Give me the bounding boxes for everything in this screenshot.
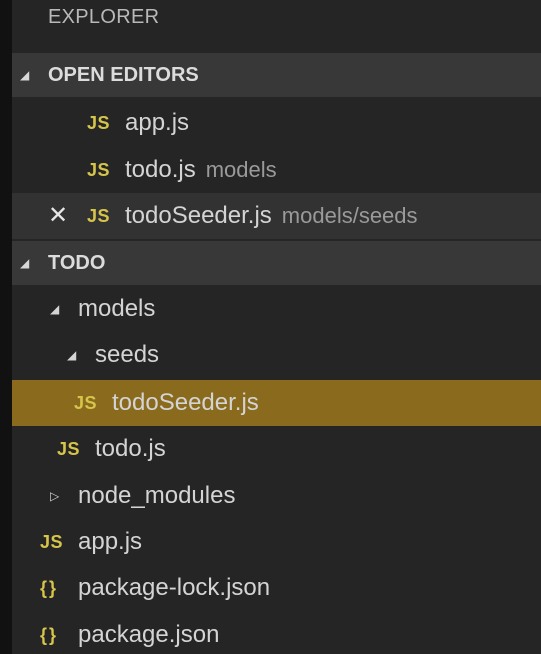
open-editor-item-todo-js[interactable]: JS todo.js models (12, 147, 541, 193)
open-editor-item-app-js[interactable]: JS app.js (12, 100, 541, 146)
tree-item-label: package-lock.json (78, 574, 271, 601)
tree-item-label: node_modules (78, 482, 236, 509)
chevron-right-icon: ▷ (50, 489, 60, 503)
tree-folder-node-modules[interactable]: ▷ node_modules (12, 473, 541, 519)
chevron-down-icon: ◢ (20, 256, 30, 270)
open-editors-header[interactable]: ◢ OPEN EDITORS (12, 53, 541, 97)
chevron-down-icon: ◢ (67, 348, 77, 362)
tree-folder-seeds[interactable]: ◢ seeds (12, 332, 541, 378)
open-editor-path: models (205, 157, 277, 182)
js-file-icon: JS (87, 113, 111, 133)
close-icon[interactable]: ✕ (48, 193, 68, 239)
js-file-icon: JS (87, 160, 111, 180)
tree-file-app-js[interactable]: JS app.js (12, 519, 541, 565)
tree-item-label: todo.js (95, 435, 166, 462)
workspace-header[interactable]: ◢ TODO (12, 241, 541, 285)
open-editor-filename: todo.js (125, 156, 196, 183)
activity-bar-edge (0, 0, 12, 654)
workspace-label: TODO (48, 252, 106, 274)
js-file-icon: JS (87, 206, 111, 226)
tree-folder-models[interactable]: ◢ models (12, 286, 541, 332)
explorer-title: EXPLORER (48, 6, 160, 28)
json-file-icon: {} (40, 625, 59, 645)
tree-item-label: todoSeeder.js (112, 389, 259, 416)
tree-file-package-json[interactable]: {} package.json (12, 612, 541, 654)
json-file-icon: {} (40, 578, 59, 598)
tree-file-package-lock-json[interactable]: {} package-lock.json (12, 565, 541, 611)
open-editor-filename: app.js (125, 109, 190, 136)
tree-file-todoseeder-js[interactable]: JS todoSeeder.js (12, 380, 541, 426)
chevron-down-icon: ◢ (50, 302, 60, 316)
open-editors-label: OPEN EDITORS (48, 64, 199, 86)
explorer-sidebar: EXPLORER ◢ OPEN EDITORS JS app.js JS tod… (12, 0, 541, 654)
js-file-icon: JS (40, 532, 64, 552)
open-editor-filename: todoSeeder.js (125, 202, 272, 229)
chevron-down-icon: ◢ (20, 68, 30, 82)
tree-file-todo-js[interactable]: JS todo.js (12, 426, 541, 472)
open-editor-item-todoseeder-js[interactable]: ✕ JS todoSeeder.js models/seeds (12, 193, 541, 239)
open-editor-path: models/seeds (281, 203, 418, 228)
js-file-icon: JS (74, 393, 98, 413)
tree-item-label: package.json (78, 621, 220, 648)
tree-item-label: seeds (95, 341, 160, 368)
tree-item-label: models (78, 295, 156, 322)
tree-item-label: app.js (78, 528, 143, 555)
js-file-icon: JS (57, 439, 81, 459)
